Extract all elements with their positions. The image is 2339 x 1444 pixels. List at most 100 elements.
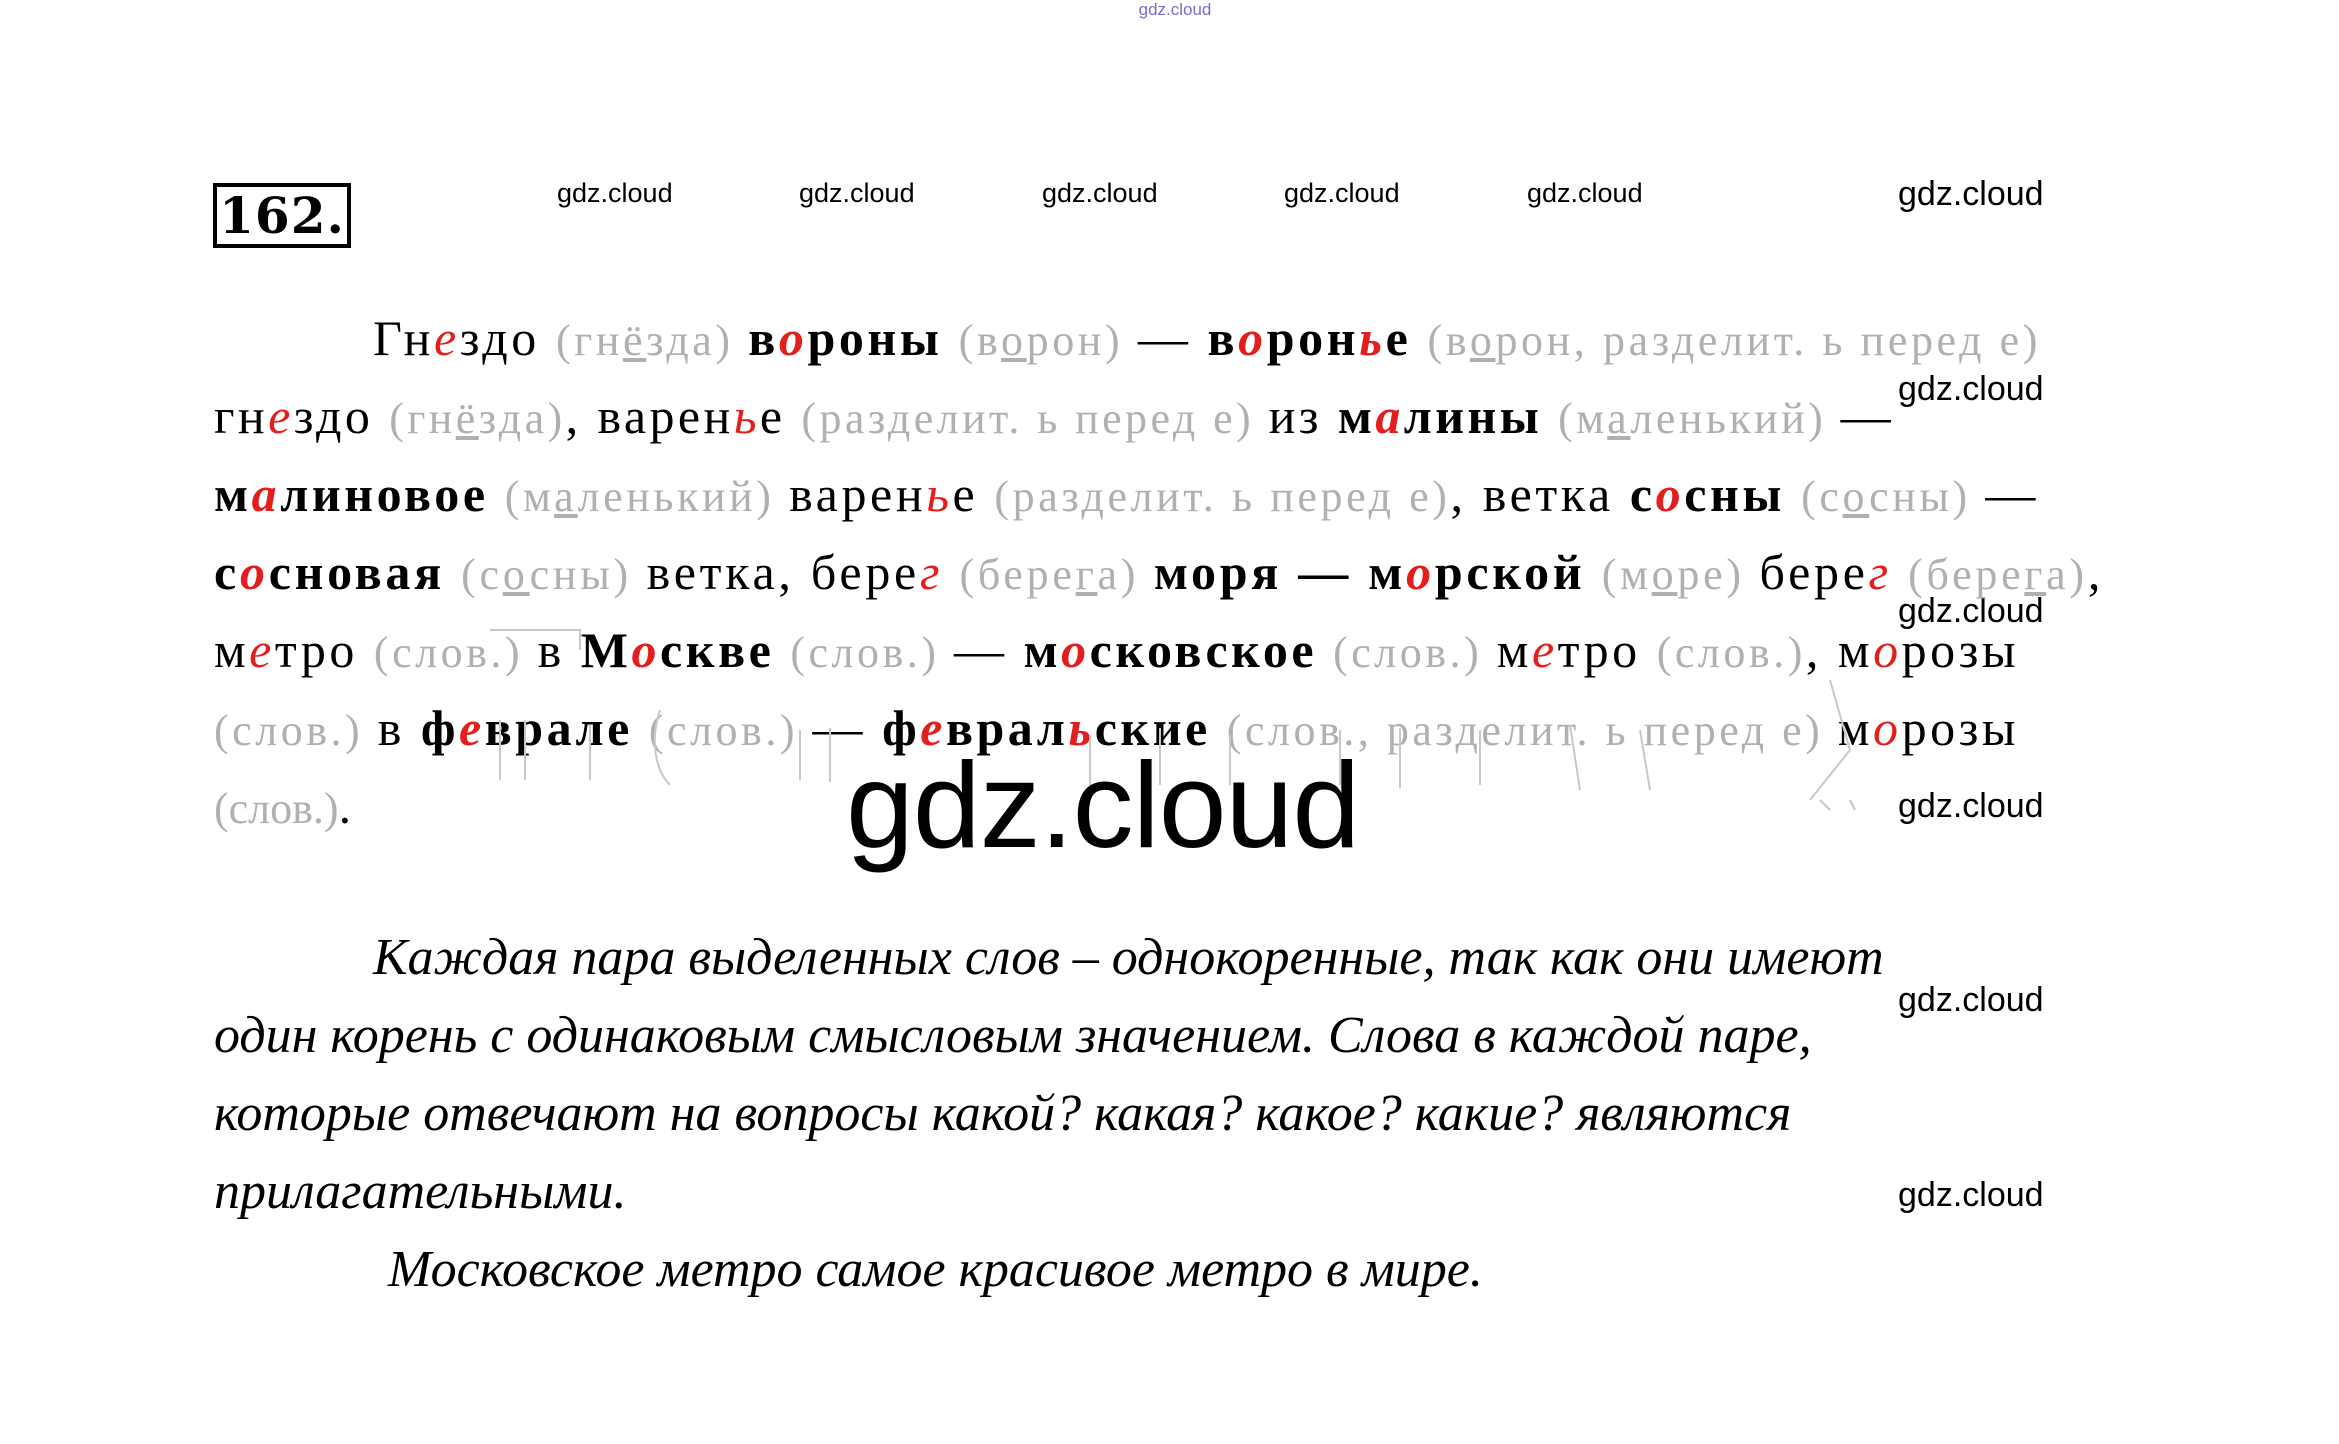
- text-segment: е: [1385, 310, 1428, 366]
- text-segment: о: [239, 544, 269, 600]
- text-segment: рон: [1266, 310, 1360, 366]
- text-segment: (м: [504, 472, 555, 521]
- text-segment: о: [1406, 544, 1435, 600]
- text-segment: о: [1842, 472, 1870, 521]
- explanation-line: Каждая пара выделенных слов – однокоренн…: [373, 929, 1884, 986]
- text-segment: (бере: [1908, 550, 2025, 599]
- text-segment: (разделит. ь перед е): [801, 394, 1269, 443]
- text-segment: г: [1075, 550, 1098, 599]
- text-segment: , ветка: [1450, 466, 1630, 522]
- watermark-large: gdz.cloud: [846, 737, 1360, 873]
- text-segment: розы: [1901, 700, 2019, 756]
- text-segment: гн: [214, 388, 269, 444]
- text-segment: [1892, 544, 1908, 600]
- text-segment: тро: [274, 622, 374, 678]
- text-segment: ленький): [1630, 394, 1841, 443]
- text-segment: е: [268, 388, 294, 444]
- text-segment: здо: [293, 388, 390, 444]
- text-segment: а): [2046, 550, 2088, 599]
- text-segment: с: [1629, 466, 1656, 522]
- text-segment: сны: [1684, 466, 1802, 522]
- text-segment: о: [1655, 466, 1685, 522]
- text-segment: а): [1097, 550, 1154, 599]
- text-segment: моря —: [1153, 544, 1369, 600]
- exercise-line: гнездо (гнёзда), варенье (разделит. ь пе…: [214, 386, 1894, 449]
- watermark: gdz.cloud: [1527, 178, 1643, 208]
- text-segment: м: [214, 466, 252, 522]
- text-segment: о: [1469, 316, 1496, 365]
- text-segment: варен: [789, 466, 927, 522]
- text-segment: г: [2024, 550, 2047, 599]
- exercise-line: сосновая (сосны) ветка, берег (берега) м…: [214, 542, 2104, 605]
- text-segment: е: [433, 310, 460, 366]
- exercise-number: 162.: [213, 183, 351, 248]
- text-segment: г: [1868, 544, 1892, 600]
- watermark: gdz.cloud: [799, 178, 915, 208]
- text-segment: сны): [529, 550, 647, 599]
- text-segment: , варен: [565, 388, 734, 444]
- text-segment: (бере: [959, 550, 1076, 599]
- text-segment: о: [1651, 550, 1678, 599]
- text-segment: ё: [623, 316, 647, 365]
- text-segment: а: [1607, 394, 1631, 443]
- text-segment: сновая: [268, 544, 462, 600]
- text-segment: (разделит. ь перед е): [994, 472, 1451, 521]
- watermark: gdz.cloud: [1898, 1176, 2044, 1214]
- text-segment: (м: [1601, 550, 1652, 599]
- text-segment: (слов.): [214, 784, 339, 833]
- text-segment: ф: [420, 700, 459, 756]
- text-segment: е: [952, 466, 995, 522]
- text-segment: ь: [1359, 310, 1386, 366]
- text-segment: в: [748, 310, 779, 366]
- text-segment: (гн: [389, 394, 456, 443]
- explanation-line: которые отвечают на вопросы какой? какая…: [214, 1085, 1792, 1142]
- text-segment: о: [778, 310, 808, 366]
- text-segment: а: [554, 472, 578, 521]
- watermark: gdz.cloud: [1284, 178, 1400, 208]
- text-segment: в: [377, 700, 421, 756]
- exercise-line: малиновое (маленький) варенье (разделит.…: [214, 464, 2039, 527]
- text-segment: ь: [926, 466, 953, 522]
- text-segment: г: [919, 544, 944, 600]
- text-segment: ё: [455, 394, 479, 443]
- watermark: gdz.cloud: [557, 178, 673, 208]
- text-segment: зда): [646, 316, 749, 365]
- text-segment: о: [1238, 310, 1267, 366]
- text-segment: е: [249, 622, 275, 678]
- text-segment: ветка, бере: [646, 544, 920, 600]
- text-segment: сны): [1869, 472, 1986, 521]
- text-segment: в: [1207, 310, 1239, 366]
- text-segment: (с: [1801, 472, 1843, 521]
- text-segment: Гн: [373, 310, 434, 366]
- watermark: gdz.cloud: [1898, 370, 2044, 408]
- explanation-line: прилагательными.: [214, 1163, 627, 1220]
- text-segment: зда): [478, 394, 566, 443]
- text-segment: м: [1337, 388, 1376, 444]
- text-segment: лины: [1403, 388, 1559, 444]
- header-watermark: gdz.cloud: [1138, 0, 1212, 19]
- watermark: gdz.cloud: [1042, 178, 1158, 208]
- text-segment: (гн: [555, 316, 623, 365]
- text-segment: роны: [807, 310, 959, 366]
- text-segment: .: [338, 778, 352, 834]
- explanation-line: один корень с одинаковым смысловым значе…: [214, 1007, 1812, 1064]
- watermark: gdz.cloud: [1898, 175, 2044, 213]
- text-segment: (слов.): [214, 706, 378, 755]
- text-segment: рон, разделит. ь перед е): [1495, 316, 2042, 365]
- text-segment: —: [1137, 310, 1208, 366]
- text-segment: (с: [461, 550, 503, 599]
- text-segment: с: [214, 544, 240, 600]
- text-segment: м: [1368, 544, 1407, 600]
- text-segment: а: [251, 466, 281, 522]
- text-segment: о: [502, 550, 530, 599]
- text-segment: (в: [1427, 316, 1470, 365]
- text-segment: розы: [1901, 622, 2020, 678]
- text-segment: рон): [1026, 316, 1138, 365]
- text-segment: (м: [1558, 394, 1608, 443]
- text-segment: бере: [1759, 544, 1869, 600]
- text-segment: линовое: [280, 466, 505, 522]
- text-segment: рской: [1434, 544, 1602, 600]
- text-segment: ь: [733, 388, 760, 444]
- text-segment: из: [1268, 388, 1338, 444]
- text-segment: а: [1375, 388, 1404, 444]
